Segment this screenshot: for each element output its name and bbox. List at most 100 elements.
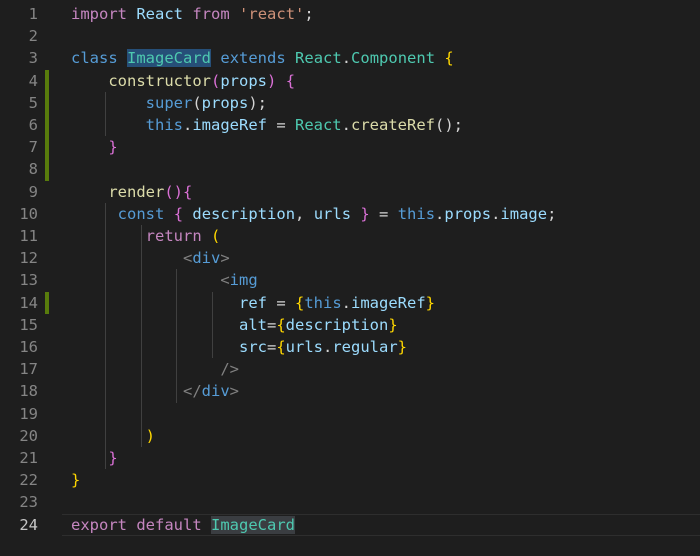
code-line[interactable]: 12 <div>: [0, 247, 700, 269]
code-editor[interactable]: 1 import React from 'react'; 2 3 class Image…: [0, 0, 700, 556]
code-token: (: [192, 93, 202, 112]
code-token: regular: [332, 338, 398, 356]
code-token: image: [500, 204, 548, 223]
code-token: description: [192, 204, 296, 223]
line-code: class ImageCard extends React.Component …: [71, 47, 454, 69]
code-token: <: [220, 271, 230, 290]
line-code: super(props);: [71, 92, 267, 114]
code-token: this: [304, 293, 342, 312]
code-line[interactable]: 4 constructor(props) {: [0, 70, 700, 92]
code-token: props: [444, 204, 492, 223]
code-token: <: [182, 249, 193, 268]
code-token: .: [491, 204, 501, 223]
code-token: this: [145, 116, 183, 134]
line-number: 9: [28, 182, 38, 201]
code-line[interactable]: 17 />: [0, 358, 700, 380]
code-line[interactable]: 7 }: [0, 136, 700, 158]
code-token: }: [397, 338, 408, 356]
code-line[interactable]: 9 render(){: [0, 181, 700, 203]
line-number: 15: [19, 315, 38, 334]
code-line[interactable]: 20 ): [0, 425, 700, 447]
code-line[interactable]: 1 import React from 'react';: [0, 3, 700, 25]
code-token: (: [211, 227, 221, 245]
line-number: 4: [28, 71, 38, 90]
line-number: 16: [19, 338, 38, 356]
code-token: />: [220, 360, 239, 379]
code-token: ,: [295, 204, 314, 223]
code-line[interactable]: 18 </div>: [0, 380, 700, 402]
code-token: React: [295, 49, 342, 68]
code-line[interactable]: 15 alt={description}: [0, 314, 700, 336]
code-token: default: [136, 515, 202, 534]
code-token: =: [266, 338, 277, 356]
code-line[interactable]: 10 const { description, urls } = this.pr…: [0, 203, 700, 225]
code-token: urls: [313, 204, 352, 223]
code-line[interactable]: 22}: [0, 469, 700, 491]
line-number: 8: [28, 160, 38, 179]
code-line[interactable]: 5 super(props);: [0, 92, 700, 114]
code-token: (: [210, 71, 221, 90]
code-line[interactable]: 2: [0, 25, 700, 47]
code-token: super: [145, 93, 193, 112]
line-number: 17: [19, 360, 38, 379]
line-code: }: [71, 469, 80, 491]
line-code: <img: [71, 269, 258, 291]
code-line[interactable]: 21 }: [0, 447, 700, 469]
code-token: ImageCard: [211, 515, 296, 534]
code-token: }: [108, 138, 118, 157]
code-line[interactable]: 23: [0, 491, 700, 513]
code-token: </: [182, 382, 202, 401]
line-code: }: [71, 447, 118, 469]
code-token: >: [220, 249, 230, 268]
line-number: 18: [19, 382, 38, 401]
code-line[interactable]: 8: [0, 158, 700, 180]
line-code: export default ImageCard: [71, 514, 296, 536]
code-token: .: [341, 293, 351, 312]
line-number: 12: [19, 249, 38, 268]
code-line[interactable]: 14 ref = {this.imageRef}: [0, 292, 700, 314]
code-line[interactable]: 13 <img: [0, 269, 700, 291]
code-token: {: [276, 338, 286, 356]
code-line[interactable]: 19: [0, 403, 700, 425]
line-number: 10: [19, 204, 38, 223]
code-token: Component: [351, 49, 436, 68]
code-token: ImageCard: [127, 49, 212, 68]
code-line[interactable]: 16 src={urls.regular}: [0, 336, 700, 358]
code-line[interactable]: 11 return (: [0, 225, 700, 247]
code-token: =: [266, 116, 295, 134]
code-token: img: [229, 271, 258, 290]
code-token: div: [192, 249, 221, 268]
line-number: 3: [28, 49, 38, 68]
code-token: constructor: [108, 71, 211, 90]
code-token: ref: [238, 293, 267, 312]
line-number: 20: [19, 426, 38, 445]
code-token: createRef: [351, 116, 435, 134]
code-line[interactable]: 3 class ImageCard extends React.Component…: [0, 47, 700, 69]
code-token: .: [341, 116, 351, 134]
line-code: return (: [71, 225, 221, 247]
line-code: ): [71, 425, 155, 447]
code-line[interactable]: 24 export default ImageCard: [0, 514, 700, 536]
line-number: 13: [19, 271, 38, 290]
code-token: }: [108, 449, 118, 467]
line-number: 2: [28, 27, 38, 46]
code-line[interactable]: 6 this.imageRef = React.createRef();: [0, 114, 700, 136]
line-number: 19: [19, 404, 38, 423]
code-token: React: [136, 5, 184, 23]
